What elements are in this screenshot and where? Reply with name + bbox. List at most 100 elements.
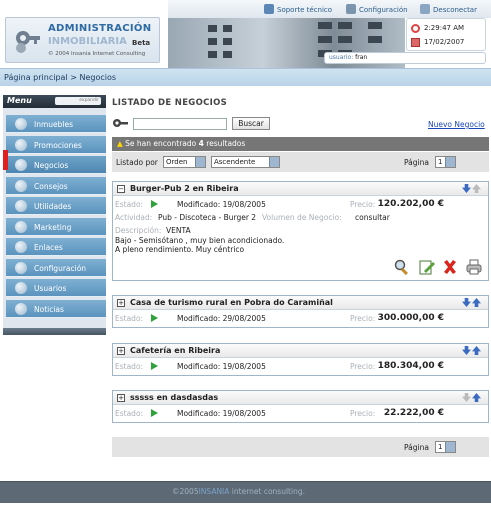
user-bar: usuario: fran [324, 52, 486, 64]
expand-icon[interactable]: + [117, 394, 125, 402]
logout-icon[interactable] [420, 4, 430, 14]
sidebar-item-promociones[interactable]: Promociones [6, 135, 106, 154]
arrow-up-icon[interactable] [472, 184, 481, 193]
config-icon [15, 261, 27, 274]
support-icon[interactable] [264, 4, 274, 14]
user-name: fran [355, 54, 368, 61]
sidebar-item-utilidades[interactable]: Utilidades [6, 197, 106, 215]
new-business-link[interactable]: Nuevo Negocio [428, 120, 485, 129]
sidebar-item-inmuebles[interactable]: Inmuebles [6, 115, 106, 133]
support-link[interactable]: Soporte técnico [277, 6, 332, 14]
order-label: Listado por [116, 158, 158, 167]
listing-title[interactable]: Burger-Pub 2 en Ribeira [130, 184, 239, 193]
menu-title: Menu [7, 96, 32, 105]
arrow-up-icon[interactable] [472, 393, 481, 402]
listing-title[interactable]: Casa de turismo rural en Pobra do Carami… [130, 298, 333, 307]
sort-arrows [461, 298, 483, 308]
search-button[interactable]: Buscar [232, 117, 270, 130]
modified-date: Modificado: 19/08/2005 [177, 362, 266, 371]
delete-icon[interactable] [442, 259, 458, 275]
sidebar-item-label: Enlaces [34, 243, 63, 252]
order-field-select[interactable]: Orden [163, 156, 206, 168]
arrow-down-icon[interactable] [462, 298, 471, 307]
clock-date: 17/02/2007 [424, 38, 465, 46]
page-label: Página [404, 443, 429, 452]
expand-icon[interactable]: + [117, 347, 125, 355]
sidebar-item-noticias[interactable]: Noticias [6, 299, 106, 318]
listing-header[interactable]: − Burger-Pub 2 en Ribeira [113, 182, 488, 196]
logo-title-line1: ADMINISTRACIÓN [48, 23, 152, 34]
listing-status-row: Estado: Modificado: 19/08/2005 Precio: 1… [113, 199, 488, 213]
modified-date: Modificado: 29/08/2005 [177, 314, 266, 323]
page-title: LISTADO DE NEGOCIOS [112, 98, 228, 108]
users-icon [15, 282, 27, 294]
footer-text: ©2005INSANIA internet consulting. [172, 487, 305, 496]
house-icon [15, 118, 27, 130]
sidebar-item-consejos[interactable]: Consejos [6, 176, 106, 195]
logout-link[interactable]: Desconectar [433, 6, 477, 14]
play-status-icon[interactable] [151, 200, 158, 208]
sort-arrows [461, 346, 483, 356]
estado-label: Estado: [115, 362, 144, 371]
arrow-up-icon[interactable] [472, 298, 481, 307]
sidebar-item-configuracion[interactable]: Configuración [6, 258, 106, 277]
page-select[interactable]: 1 [435, 156, 456, 168]
price-label: Precio: [350, 409, 376, 418]
menu-expand-control[interactable]: expandir [55, 97, 101, 105]
sidebar-item-label: Promociones [34, 140, 82, 150]
listing-header[interactable]: + Casa de turismo rural en Pobra do Cara… [113, 296, 488, 310]
top-links-bar: Soporte técnico Configuración Desconecta… [168, 0, 491, 18]
play-status-icon[interactable] [151, 314, 158, 322]
arrow-up-icon[interactable] [472, 346, 481, 355]
desc-label: Descripción: [115, 226, 162, 235]
edit-icon[interactable] [419, 259, 435, 275]
footer-brand[interactable]: INSANIA [199, 487, 230, 496]
expand-icon[interactable]: + [117, 299, 125, 307]
listing-title[interactable]: sssss en dasdasdas [130, 393, 218, 402]
page-select[interactable]: 1 [435, 441, 456, 453]
price-label: Precio: [350, 200, 376, 209]
order-bar: Listado por Orden Ascendente Página 1 [112, 152, 489, 172]
sort-arrows [461, 184, 483, 194]
breadcrumb[interactable]: Página principal > Negocios [4, 73, 116, 82]
keys-logo-icon [16, 31, 40, 53]
results-bar: ▲ Se han encontrado 4 resultados [112, 137, 489, 151]
sidebar-item-enlaces[interactable]: Enlaces [6, 238, 106, 256]
listing-card: − Burger-Pub 2 en Ribeira Estado: Modifi… [112, 181, 489, 281]
config-icon[interactable] [346, 4, 356, 14]
menu-footer [3, 328, 106, 335]
logo-beta: Beta [132, 39, 151, 47]
price-label: Precio: [350, 362, 376, 371]
arrow-down-icon[interactable] [462, 393, 471, 402]
config-link[interactable]: Configuración [359, 6, 408, 14]
bottom-pager: Página 1 [112, 437, 489, 457]
listing-title[interactable]: Cafetería en Ribeira [130, 346, 220, 355]
modified-date: Modificado: 19/08/2005 [177, 200, 266, 209]
search-input[interactable] [133, 118, 227, 130]
sidebar-item-usuarios[interactable]: Usuarios [6, 279, 106, 297]
keys-search-icon [113, 119, 128, 127]
play-status-icon[interactable] [151, 362, 158, 370]
activity-label: Actividad: [115, 213, 153, 222]
sidebar-item-marketing[interactable]: Marketing [6, 217, 106, 236]
chevron-down-icon [445, 157, 455, 167]
listing-header[interactable]: + sssss en dasdasdas [113, 391, 488, 405]
sidebar-item-negocios[interactable]: Negocios [6, 156, 106, 174]
chevron-down-icon [445, 442, 455, 452]
listing-activity-row: Actividad: Pub - Discoteca - Burger 2 Vo… [113, 213, 488, 226]
sidebar-item-label: Noticias [34, 304, 64, 314]
menu-header: Menu expandir [3, 95, 106, 108]
results-prefix: Se han encontrado [125, 139, 197, 148]
arrow-down-icon[interactable] [462, 346, 471, 355]
listing-actions [394, 259, 484, 277]
order-direction-select[interactable]: Ascendente [211, 156, 280, 168]
listing-header[interactable]: + Cafetería en Ribeira [113, 344, 488, 358]
play-status-icon[interactable] [151, 409, 158, 417]
collapse-icon[interactable]: − [117, 185, 125, 193]
arrow-down-icon[interactable] [462, 184, 471, 193]
print-icon[interactable] [466, 259, 482, 275]
tools-icon [15, 200, 27, 212]
active-item-marker [3, 150, 8, 170]
breadcrumb-bar: Página principal > Negocios [0, 68, 491, 86]
view-magnifier-icon[interactable] [394, 259, 410, 276]
